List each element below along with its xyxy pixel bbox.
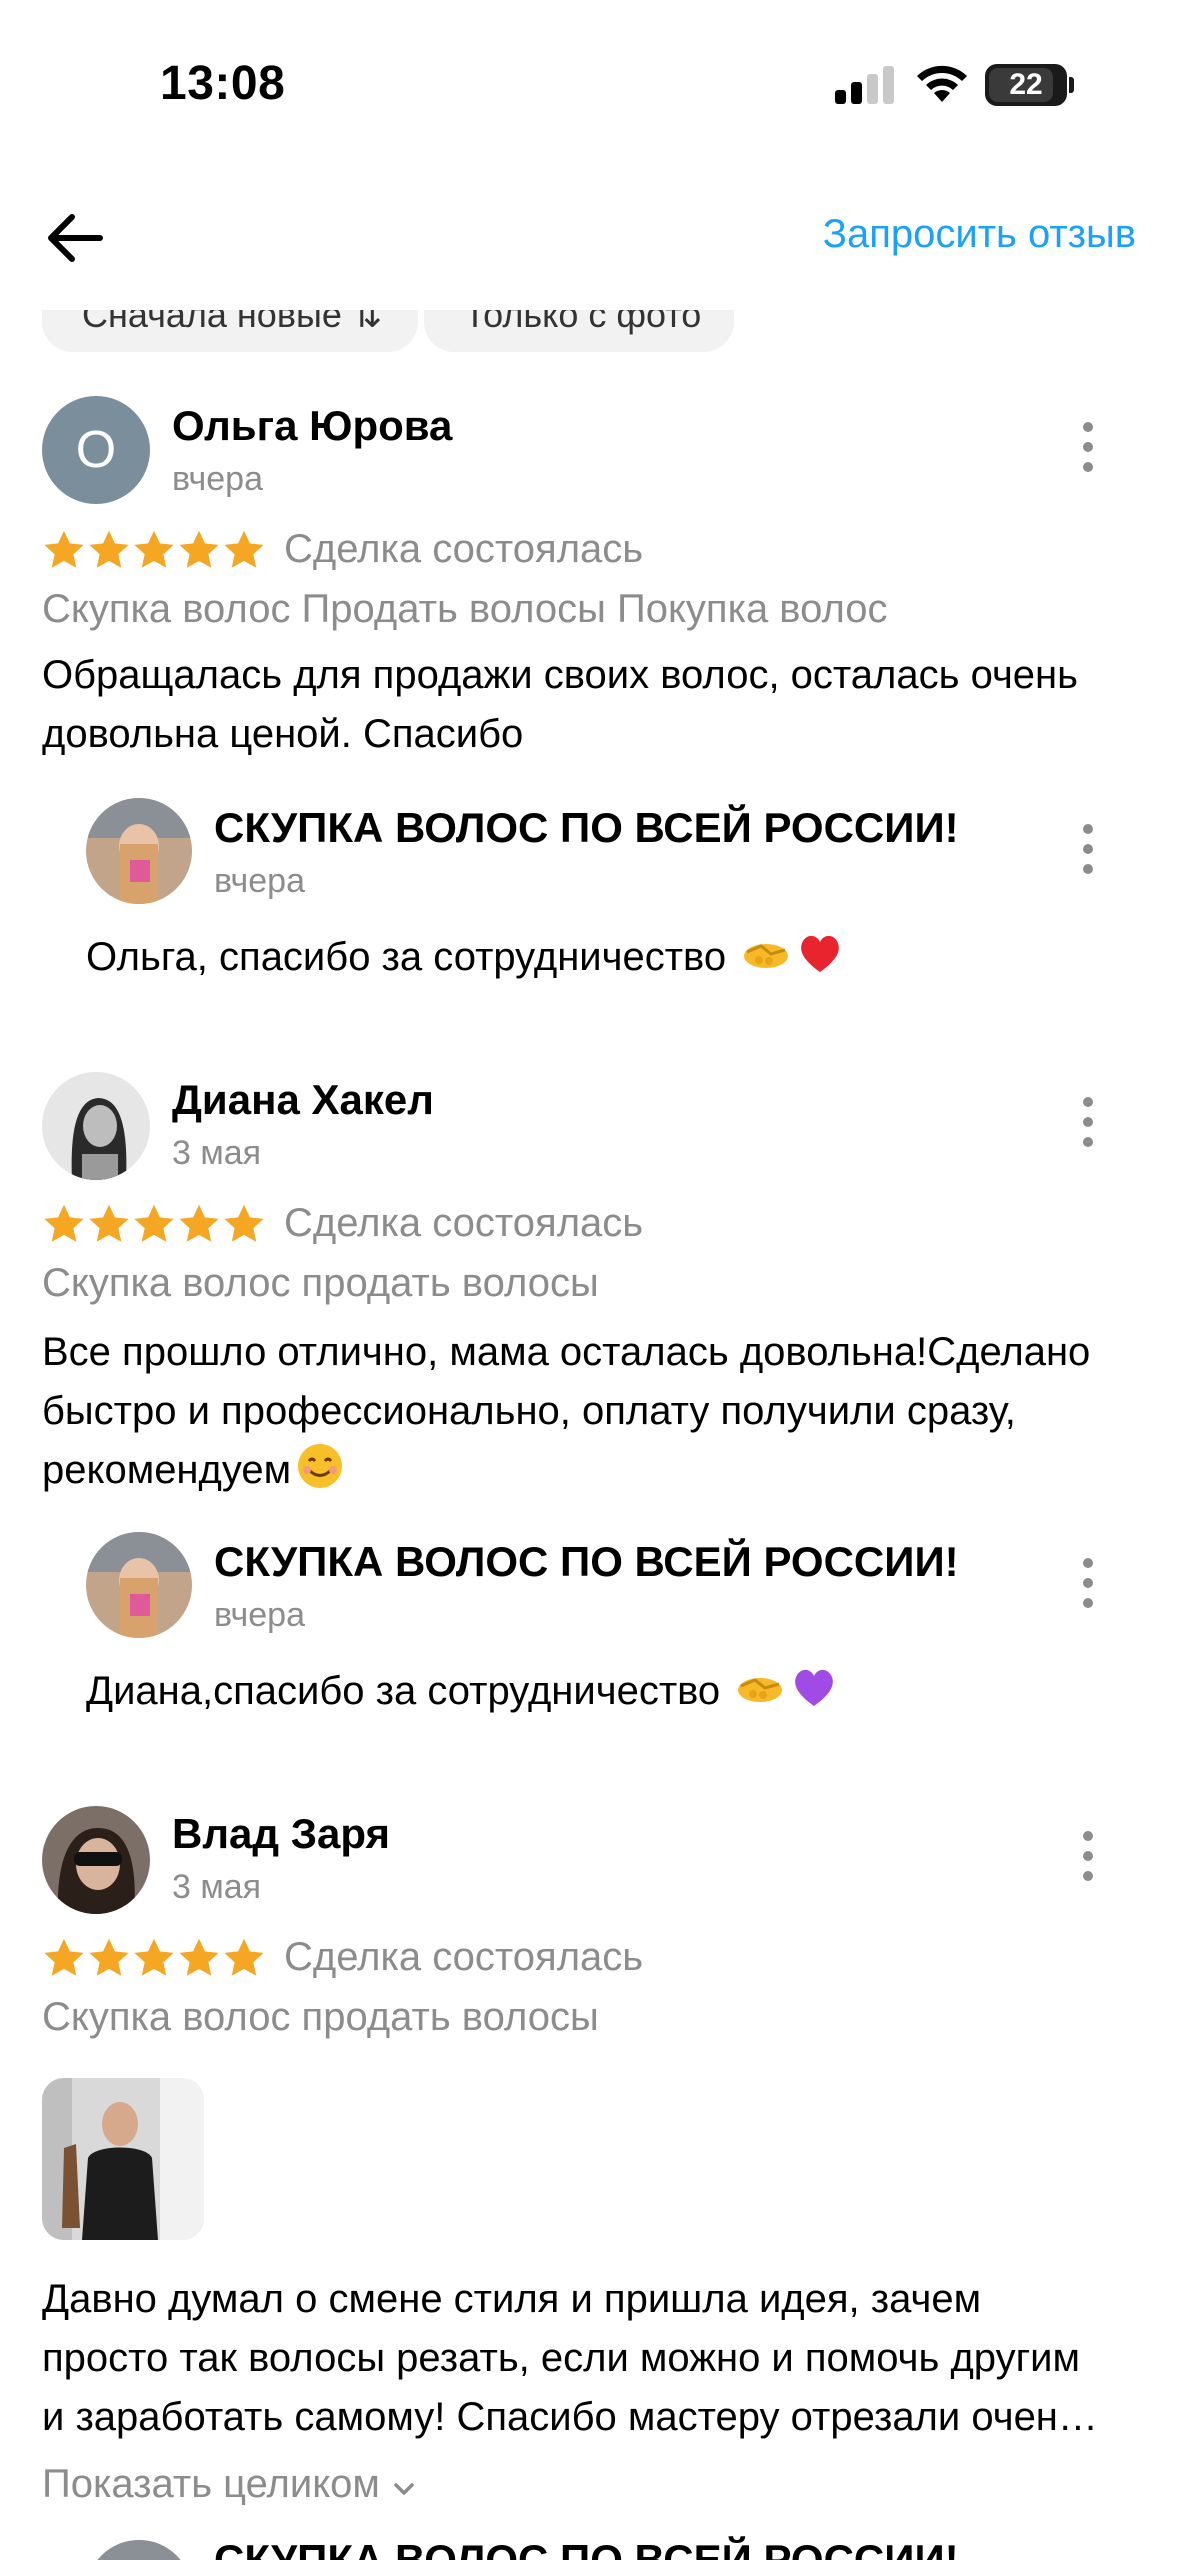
review-photo[interactable]	[42, 2078, 204, 2240]
review-text-line: просто так волосы резать, если можно и п…	[42, 2336, 1081, 2380]
request-review-button[interactable]: Запросить отзыв	[823, 212, 1136, 257]
review-date: 3 мая	[172, 1868, 262, 1906]
reply-text-content: Диана,спасибо за сотрудничество	[86, 1669, 721, 1713]
reply-author[interactable]: СКУПКА ВОЛОС ПО ВСЕЙ РОССИИ!	[214, 2536, 959, 2560]
deal-status: Сделка состоялась	[284, 527, 644, 571]
show-full-button[interactable]: Показать целиком	[42, 2462, 417, 2507]
battery-tip	[1069, 77, 1074, 93]
seller-avatar[interactable]	[86, 2540, 192, 2560]
review-date: 3 мая	[172, 1134, 262, 1172]
more-options-icon[interactable]	[1076, 1829, 1100, 1883]
review-author[interactable]: Влад Заря	[172, 1810, 390, 1858]
more-options-icon[interactable]	[1076, 1556, 1100, 1610]
more-options-icon[interactable]	[1076, 420, 1100, 474]
seller-avatar[interactable]	[86, 798, 192, 904]
status-bar: 13:08 22	[0, 0, 1178, 170]
smiling-face-emoji	[298, 1444, 343, 1488]
star-icon	[224, 1938, 264, 1976]
more-options-icon[interactable]	[1076, 822, 1100, 876]
star-icon	[179, 530, 219, 568]
reply-text-content: Ольга, спасибо за сотрудничество	[86, 935, 727, 979]
star-icon	[179, 1938, 219, 1976]
review-tags: Скупка волос продать волосы	[42, 1995, 599, 2039]
star-icon	[179, 1204, 219, 1242]
review-text-line: рекомендуем	[42, 1448, 292, 1492]
star-icon	[44, 1938, 84, 1976]
star-icon	[224, 1204, 264, 1242]
status-time: 13:08	[160, 57, 286, 110]
handshake-emoji	[744, 944, 789, 968]
reply-text: Диана,спасибо за сотрудничество	[86, 1662, 839, 1714]
review-text: Давно думал о смене стиля и пришла идея,…	[42, 2270, 1142, 2447]
review-tags: Скупка волос продать волосы	[42, 1261, 599, 1305]
red-heart-emoji	[801, 935, 840, 972]
review-text-line-last: рекомендуем	[42, 1441, 1142, 1500]
star-icon	[224, 530, 264, 568]
star-icon	[134, 1204, 174, 1242]
avatar[interactable]	[42, 1072, 150, 1180]
star-icon	[44, 1204, 84, 1242]
review-date: вчера	[172, 460, 263, 498]
seller-avatar[interactable]	[86, 1532, 192, 1638]
review-text-line: Все прошло отлично, мама осталась доволь…	[42, 1330, 1091, 1374]
back-arrow-icon[interactable]	[38, 200, 114, 276]
review-text: Обращалась для продажи своих волос, оста…	[42, 646, 1142, 764]
chevron-down-icon	[394, 2483, 414, 2495]
star-icon	[89, 530, 129, 568]
cellular-signal-icon	[835, 66, 895, 104]
deal-status: Сделка состоялась	[284, 1935, 644, 1979]
reply-date: вчера	[214, 1596, 305, 1634]
star-icon	[44, 530, 84, 568]
review-author[interactable]: Диана Хакел	[172, 1076, 434, 1124]
reply-author[interactable]: СКУПКА ВОЛОС ПО ВСЕЙ РОССИИ!	[214, 804, 959, 852]
show-full-label: Показать целиком	[42, 2462, 380, 2506]
more-options-icon[interactable]	[1076, 1095, 1100, 1149]
star-icon	[134, 530, 174, 568]
wifi-icon	[917, 65, 967, 102]
review-text-line: быстро и профессионально, оплату получил…	[42, 1389, 1016, 1433]
star-icon	[89, 1204, 129, 1242]
purple-heart-emoji	[795, 1669, 834, 1706]
star-icon	[89, 1938, 129, 1976]
review-tags: Скупка волос Продать волосы Покупка воло…	[42, 587, 888, 631]
reply-date: вчера	[214, 862, 305, 900]
review-text-line: и заработать самому! Спасибо мастеру отр…	[42, 2395, 1098, 2439]
reviews-screen: 13:08 22 Сначала новые ⇅ Только с фото З…	[0, 0, 1178, 2560]
reply-author[interactable]: СКУПКА ВОЛОС ПО ВСЕЙ РОССИИ!	[214, 1538, 959, 1586]
review-text: Все прошло отлично, мама осталась доволь…	[42, 1323, 1142, 1500]
review-author[interactable]: Ольга Юрова	[172, 402, 452, 450]
avatar[interactable]	[42, 1806, 150, 1914]
nav-bar: Запросить отзыв	[0, 170, 1178, 310]
battery-icon: 22	[985, 64, 1067, 106]
review-text-line: Давно думал о смене стиля и пришла идея,…	[42, 2277, 982, 2321]
handshake-emoji	[738, 1678, 783, 1702]
star-icon	[134, 1938, 174, 1976]
review-text-line: Обращалась для продажи своих волос, оста…	[42, 653, 1078, 697]
deal-status: Сделка состоялась	[284, 1201, 644, 1245]
avatar[interactable]: О	[42, 396, 150, 504]
reply-text: Ольга, спасибо за сотрудничество	[86, 928, 845, 980]
battery-percent: 22	[1009, 68, 1043, 101]
review-text-line: довольна ценой. Спасибо	[42, 712, 524, 756]
